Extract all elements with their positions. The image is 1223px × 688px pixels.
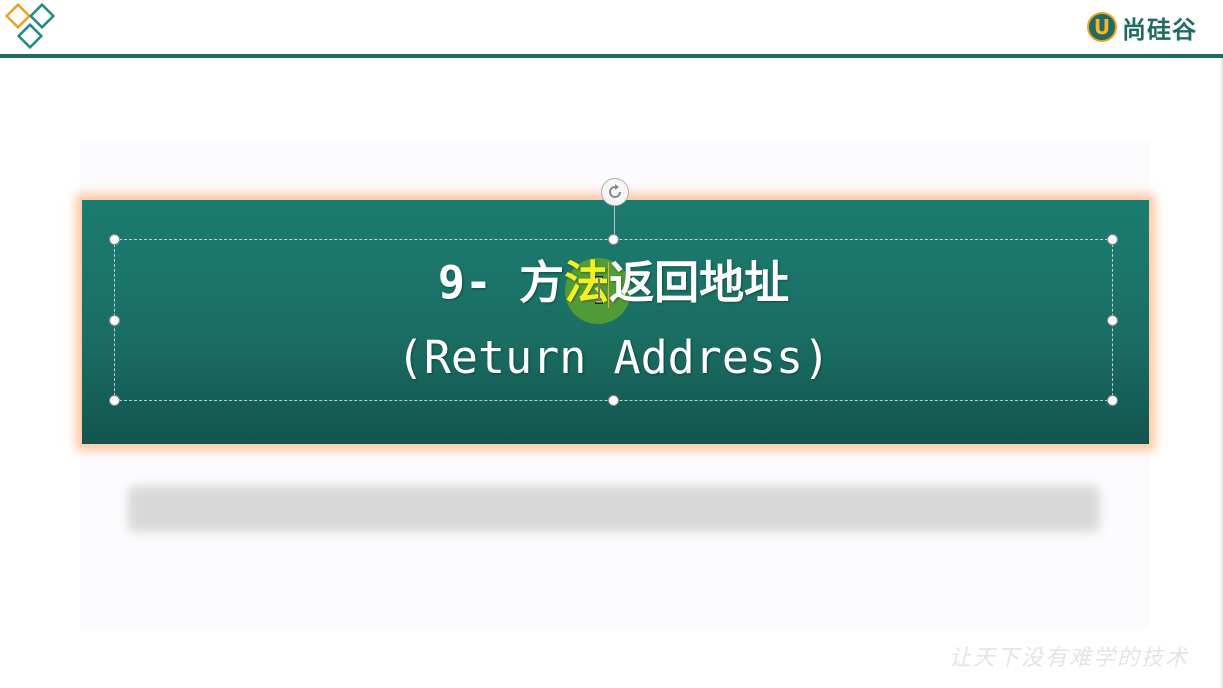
resize-handle-bottom-left[interactable]	[109, 395, 120, 406]
rotate-handle-icon[interactable]	[601, 178, 629, 206]
resize-handle-top-right[interactable]	[1107, 234, 1118, 245]
slide-subtitle[interactable]: (Return Address)	[114, 330, 1113, 386]
resize-handle-top-left[interactable]	[109, 234, 120, 245]
slide-title[interactable]: 9- 方法返回地址	[114, 255, 1113, 311]
resize-handle-top[interactable]	[608, 234, 619, 245]
text-caret	[608, 262, 609, 308]
brand-logo: U 尚硅谷	[1087, 10, 1197, 44]
brand-name: 尚硅谷	[1122, 15, 1197, 44]
title-number: 9-	[437, 256, 493, 309]
diamond-logo-icon	[4, 2, 56, 50]
title-chinese-post: 返回地址	[609, 256, 790, 309]
resize-handle-bottom[interactable]	[608, 395, 619, 406]
resize-handle-right[interactable]	[1107, 315, 1118, 326]
slogan-watermark: 让天下没有难学的技术	[948, 646, 1189, 671]
resize-handle-left[interactable]	[109, 315, 120, 326]
slide-header: U 尚硅谷	[0, 0, 1223, 58]
brand-mark-icon: U	[1087, 12, 1117, 42]
blurred-subtitle-placeholder	[128, 486, 1100, 532]
resize-handle-bottom-right[interactable]	[1107, 395, 1118, 406]
text-cursor-icon	[595, 276, 603, 304]
title-chinese-pre: 方	[519, 256, 565, 309]
